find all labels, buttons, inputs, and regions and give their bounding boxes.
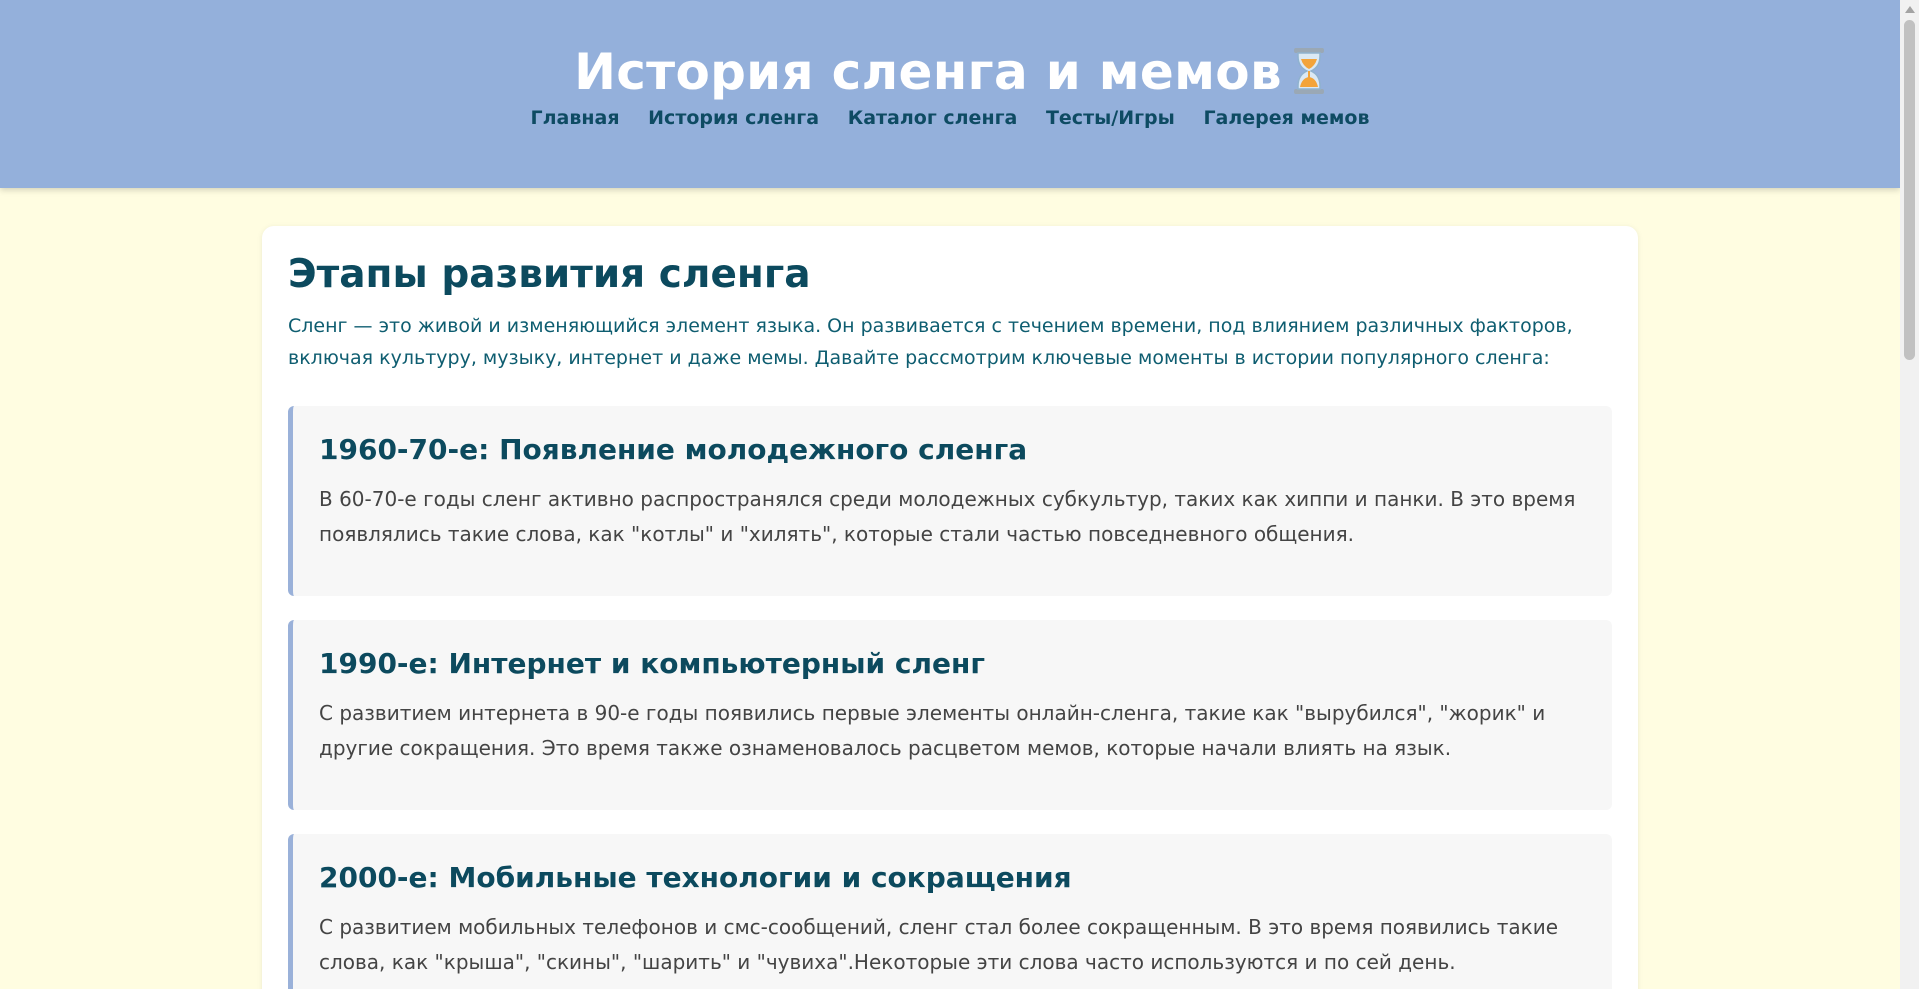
stage-text: С развитием мобильных телефонов и смс-со… [319, 915, 1559, 974]
stage-card-2000s: 2000-е: Мобильные технологии и сокращени… [288, 834, 1612, 989]
nav-link-slang-history[interactable]: История сленга [648, 107, 819, 129]
page-heading: Этапы развития сленга [288, 252, 811, 297]
vertical-scrollbar[interactable] [1900, 0, 1919, 989]
stage-title: 1990-е: Интернет и компьютерный сленг [319, 647, 985, 680]
intro-text: Сленг — это живой и изменяющийся элемент… [288, 315, 1573, 369]
stage-card-1960s: 1960-70-е: Появление молодежного сленга … [288, 406, 1612, 596]
site-title-text: История сленга и мемов [574, 43, 1282, 101]
site-title: История сленга и мемов [0, 40, 1900, 110]
scroll-up-arrow-icon[interactable] [1905, 6, 1915, 13]
stage-text: В 60-70-е годы сленг активно распростран… [319, 487, 1576, 546]
content-card: Этапы развития сленга Сленг — это живой … [262, 226, 1638, 989]
main-nav: Главная История сленга Каталог сленга Те… [0, 104, 1900, 132]
nav-link-tests-games[interactable]: Тесты/Игры [1046, 107, 1175, 129]
nav-link-meme-gallery[interactable]: Галерея мемов [1203, 107, 1369, 129]
page: История сленга и мемов Главная История с… [0, 0, 1900, 989]
stage-card-1990s: 1990-е: Интернет и компьютерный сленг С … [288, 620, 1612, 810]
nav-link-home[interactable]: Главная [531, 107, 620, 129]
nav-link-slang-catalog[interactable]: Каталог сленга [848, 107, 1018, 129]
stage-text: С развитием интернета в 90-е годы появил… [319, 701, 1546, 760]
scrollbar-thumb[interactable] [1904, 20, 1915, 360]
site-header: История сленга и мемов Главная История с… [0, 0, 1900, 188]
hourglass-icon [1292, 46, 1326, 110]
stage-title: 1960-70-е: Появление молодежного сленга [319, 433, 1028, 466]
stage-title: 2000-е: Мобильные технологии и сокращени… [319, 861, 1072, 894]
